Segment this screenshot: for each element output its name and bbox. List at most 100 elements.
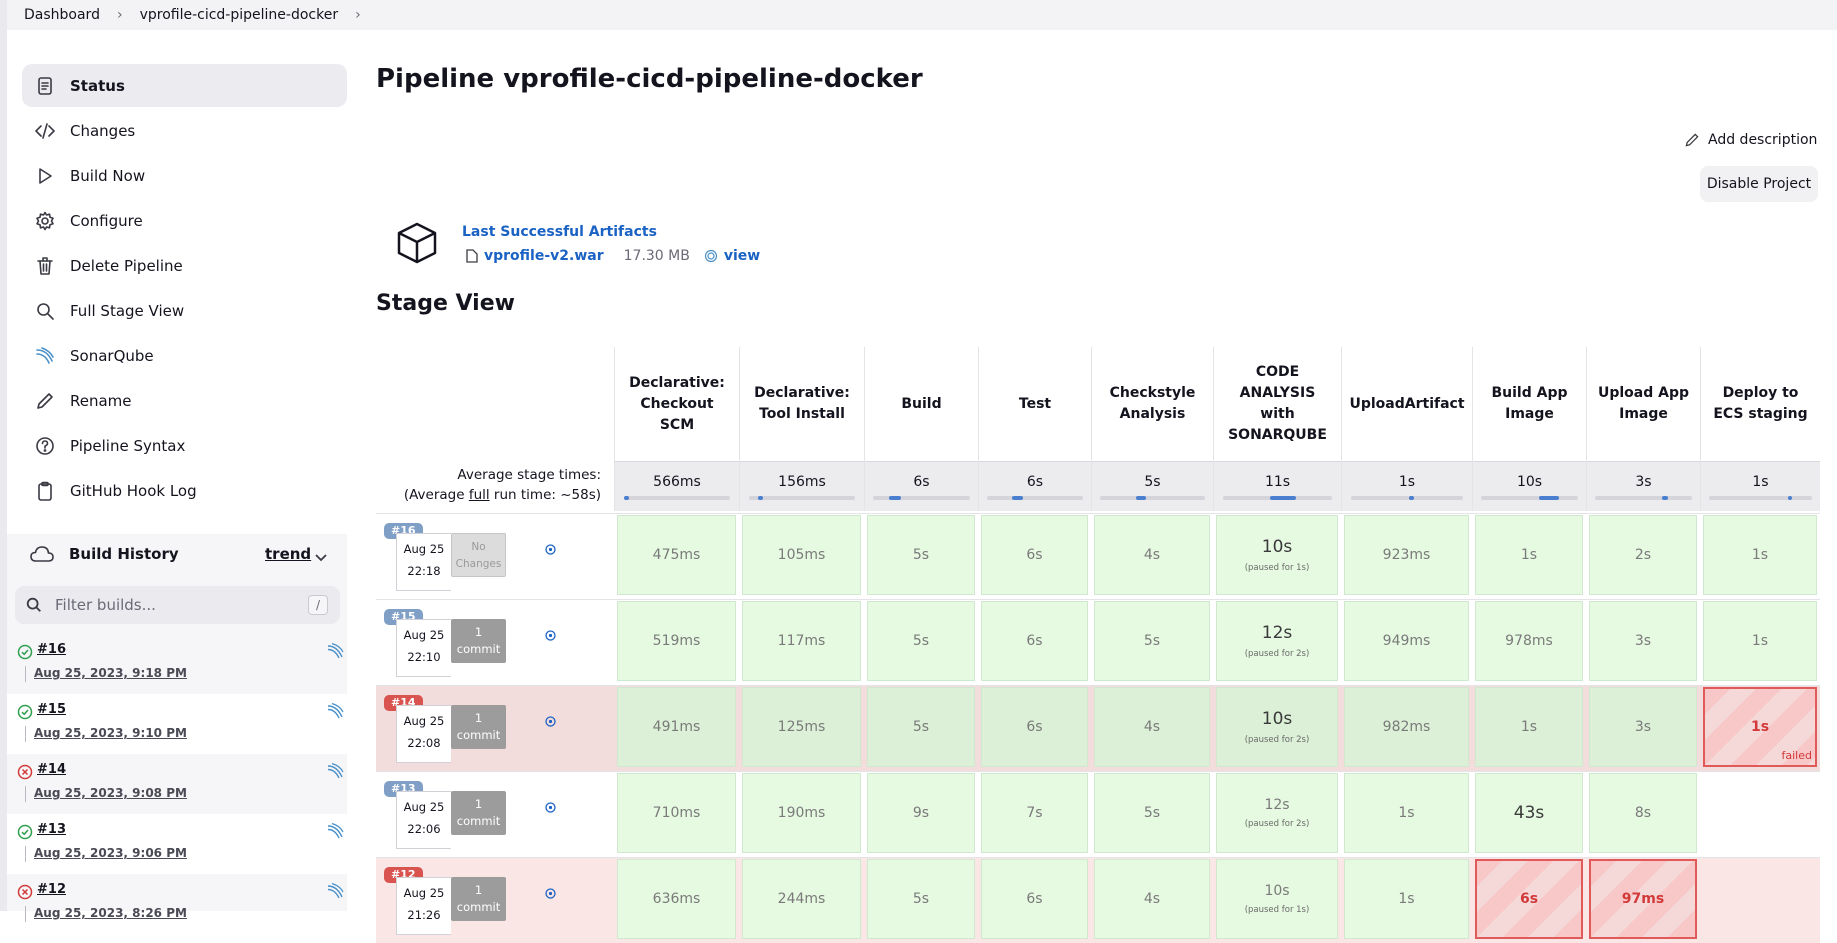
- stage-cell[interactable]: 475ms: [617, 515, 736, 595]
- sidebar-item-rename[interactable]: Rename: [22, 379, 347, 422]
- stage-cell[interactable]: 12s (paused for 2s): [1216, 601, 1338, 681]
- stage-cell[interactable]: 4s: [1094, 687, 1210, 767]
- artifact-view-link[interactable]: view: [724, 248, 760, 264]
- stage-cell[interactable]: 2s: [1589, 515, 1697, 595]
- run-info-icon[interactable]: [545, 544, 556, 555]
- stage-cell[interactable]: 10s (paused for 2s): [1216, 687, 1338, 767]
- stage-cell[interactable]: 1s: [1344, 859, 1469, 939]
- sonarqube-icon[interactable]: [327, 822, 345, 840]
- stage-cell[interactable]: 5s: [867, 687, 975, 767]
- sidebar-item-full-stage-view[interactable]: Full Stage View: [22, 289, 347, 332]
- build-date-link[interactable]: Aug 25, 2023, 9:06 PM: [34, 846, 187, 860]
- chevron-down-icon[interactable]: [314, 548, 328, 567]
- stage-cell[interactable]: 117ms: [742, 601, 861, 681]
- sonarqube-icon[interactable]: [327, 702, 345, 720]
- last-successful-artifacts-link[interactable]: Last Successful Artifacts: [462, 224, 657, 240]
- commits-button[interactable]: 1 commit: [451, 705, 506, 749]
- sonarqube-icon[interactable]: [327, 762, 345, 780]
- stage-cell[interactable]: 6s: [981, 859, 1088, 939]
- stage-cell[interactable]: 8s: [1589, 773, 1697, 853]
- build-number-link[interactable]: #14: [37, 762, 66, 777]
- sidebar-item-pipeline-syntax[interactable]: Pipeline Syntax: [22, 424, 347, 467]
- stage-cell[interactable]: 6s: [981, 601, 1088, 681]
- stage-cell[interactable]: 6s: [981, 515, 1088, 595]
- stage-cell[interactable]: 1s: [1475, 515, 1583, 595]
- artifact-file-link[interactable]: vprofile-v2.war: [484, 248, 604, 264]
- stage-cell[interactable]: 949ms: [1344, 601, 1469, 681]
- build-number-link[interactable]: #13: [37, 822, 66, 837]
- commits-button[interactable]: 1 commit: [451, 791, 506, 835]
- sonarqube-icon[interactable]: [327, 882, 345, 900]
- build-number-link[interactable]: #12: [37, 882, 66, 897]
- stage-cell[interactable]: 10s (paused for 1s): [1216, 515, 1338, 595]
- stage-cell[interactable]: 5s: [867, 859, 975, 939]
- commits-button[interactable]: 1 commit: [451, 877, 506, 921]
- add-description-link[interactable]: Add description: [1684, 132, 1817, 148]
- build-history-row[interactable]: #13 Aug 25, 2023, 9:06 PM: [7, 814, 347, 874]
- sidebar-item-sonarqube[interactable]: SonarQube: [22, 334, 347, 377]
- sonarqube-icon[interactable]: [327, 642, 345, 660]
- sidebar-item-build-now[interactable]: Build Now: [22, 154, 347, 197]
- stage-cell[interactable]: 97ms: [1589, 859, 1697, 939]
- build-history-row[interactable]: #15 Aug 25, 2023, 9:10 PM: [7, 694, 347, 754]
- sidebar-item-status[interactable]: Status: [22, 64, 347, 107]
- stage-cell[interactable]: 3s: [1589, 687, 1697, 767]
- stage-cell[interactable]: 491ms: [617, 687, 736, 767]
- stage-cell[interactable]: 12s (paused for 2s): [1216, 773, 1338, 853]
- stage-cell[interactable]: 1s: [1703, 515, 1817, 595]
- full-run-time-link[interactable]: full: [469, 487, 490, 503]
- run-info-icon[interactable]: [545, 802, 556, 813]
- stage-cell[interactable]: 244ms: [742, 859, 861, 939]
- stage-cell[interactable]: 1s: [1475, 687, 1583, 767]
- stage-cell[interactable]: 7s: [981, 773, 1088, 853]
- stage-cell[interactable]: 1s: [1703, 601, 1817, 681]
- sidebar-item-github-hook-log[interactable]: GitHub Hook Log: [22, 469, 347, 512]
- filter-builds-input[interactable]: Filter builds... /: [15, 586, 340, 624]
- breadcrumb-dashboard[interactable]: Dashboard: [24, 7, 100, 23]
- chevron-right-icon[interactable]: ›: [355, 7, 361, 23]
- stage-cell[interactable]: 5s: [1094, 773, 1210, 853]
- build-history-row[interactable]: #12 Aug 25, 2023, 8:26 PM: [7, 874, 347, 934]
- run-info-icon[interactable]: [545, 716, 556, 727]
- sidebar-item-delete-pipeline[interactable]: Delete Pipeline: [22, 244, 347, 287]
- stage-cell[interactable]: 923ms: [1344, 515, 1469, 595]
- trend-link[interactable]: trend: [265, 545, 311, 563]
- build-number-link[interactable]: #15: [37, 702, 66, 717]
- run-info-icon[interactable]: [545, 630, 556, 641]
- stage-cell[interactable]: 10s (paused for 1s): [1216, 859, 1338, 939]
- stage-cell[interactable]: 4s: [1094, 515, 1210, 595]
- stage-cell[interactable]: 1s: [1344, 773, 1469, 853]
- stage-cell[interactable]: 5s: [867, 515, 975, 595]
- stage-cell[interactable]: 4s: [1094, 859, 1210, 939]
- sidebar-item-changes[interactable]: Changes: [22, 109, 347, 152]
- stage-cell[interactable]: 105ms: [742, 515, 861, 595]
- build-date-link[interactable]: Aug 25, 2023, 8:26 PM: [34, 906, 187, 920]
- sidebar-item-configure[interactable]: Configure: [22, 199, 347, 242]
- build-number-link[interactable]: #16: [37, 642, 66, 657]
- commits-button[interactable]: 1 commit: [451, 619, 506, 663]
- stage-cell[interactable]: 125ms: [742, 687, 861, 767]
- stage-cell[interactable]: 6s: [981, 687, 1088, 767]
- stage-cell[interactable]: 710ms: [617, 773, 736, 853]
- build-history-row[interactable]: #16 Aug 25, 2023, 9:18 PM: [7, 634, 347, 694]
- stage-cell[interactable]: 190ms: [742, 773, 861, 853]
- build-history-row[interactable]: #14 Aug 25, 2023, 9:08 PM: [7, 754, 347, 814]
- stage-cell[interactable]: 982ms: [1344, 687, 1469, 767]
- build-date-link[interactable]: Aug 25, 2023, 9:10 PM: [34, 726, 187, 740]
- stage-cell[interactable]: 519ms: [617, 601, 736, 681]
- breadcrumb-pipeline[interactable]: vprofile-cicd-pipeline-docker: [140, 7, 339, 23]
- stage-cell[interactable]: 5s: [867, 601, 975, 681]
- stage-cell[interactable]: 636ms: [617, 859, 736, 939]
- stage-cell[interactable]: 43s: [1475, 773, 1583, 853]
- disable-project-button[interactable]: Disable Project: [1700, 166, 1818, 202]
- stage-cell[interactable]: 1s failed: [1703, 687, 1817, 767]
- stage-cell[interactable]: 6s: [1475, 859, 1583, 939]
- run-info-icon[interactable]: [545, 888, 556, 899]
- stage-cell[interactable]: 3s: [1589, 601, 1697, 681]
- stage-cell[interactable]: 5s: [1094, 601, 1210, 681]
- build-date-link[interactable]: Aug 25, 2023, 9:18 PM: [34, 666, 187, 680]
- stage-cell[interactable]: 9s: [867, 773, 975, 853]
- stage-cell[interactable]: 978ms: [1475, 601, 1583, 681]
- stage-average-bar: [623, 495, 731, 500]
- build-date-link[interactable]: Aug 25, 2023, 9:08 PM: [34, 786, 187, 800]
